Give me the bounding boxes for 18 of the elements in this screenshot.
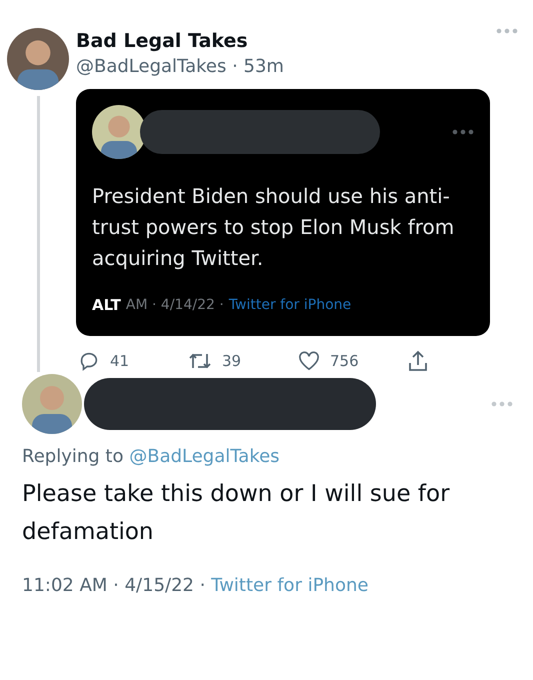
display-name[interactable]: Bad Legal Takes [76, 30, 284, 52]
speech-bubble-icon[interactable] [78, 350, 100, 372]
mention-link[interactable]: @BadLegalTakes [129, 446, 280, 467]
avatar-icon[interactable] [92, 105, 146, 159]
reply-timestamp-line: 11:02 AM · 4/15/22 · Twitter for iPhone [21, 574, 370, 596]
action-count: 41 [110, 352, 130, 370]
share-icon[interactable] [408, 350, 428, 372]
tweet-timestamp: AM · 4/14/22 · [126, 297, 224, 313]
reply-text: Please take this down or I will sue for defamation [22, 480, 451, 547]
more-icon[interactable] [452, 129, 474, 135]
tweet-text: President Biden should use his anti-trust powers to stop Elon Musk from acquiring Twitter. [92, 183, 456, 272]
source-link[interactable]: Twitter for iPhone [211, 575, 368, 596]
action-count: 756 [330, 352, 359, 370]
handle-and-time: @BadLegalTakes · 53m [76, 56, 284, 77]
source-link[interactable]: Twitter for iPhone [228, 297, 352, 313]
action-count: 39 [222, 352, 242, 370]
heart-icon[interactable] [298, 351, 320, 371]
replying-to-line: Replying to @BadLegalTakes [21, 445, 281, 467]
